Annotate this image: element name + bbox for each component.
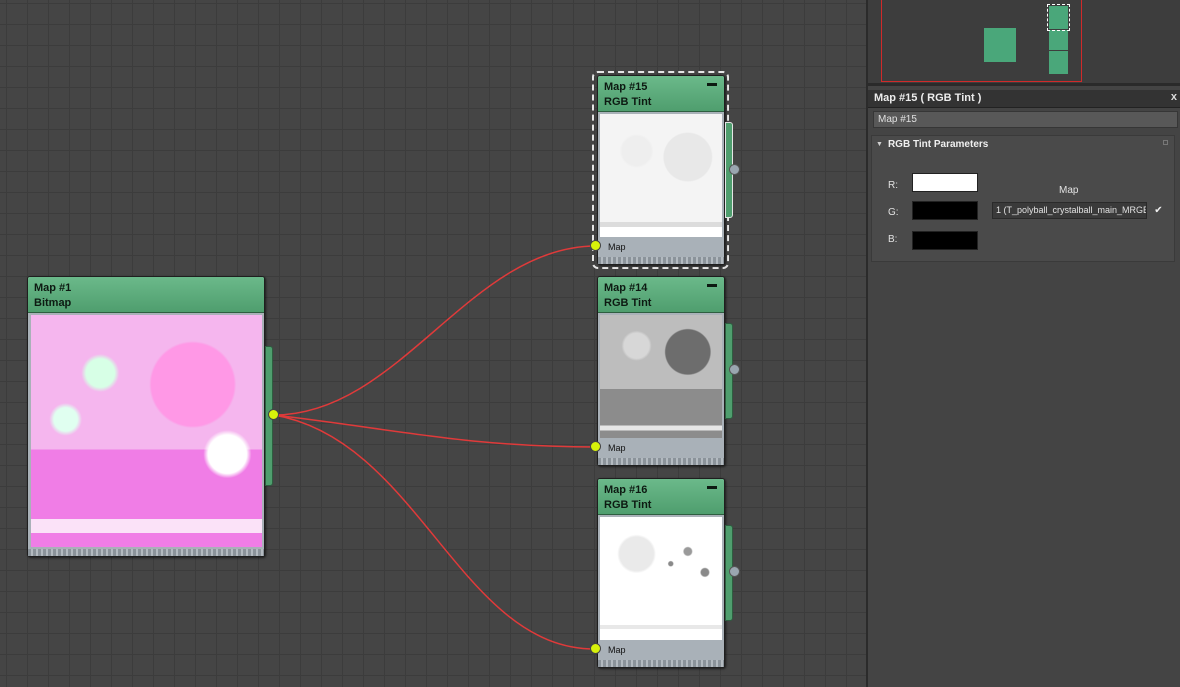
- navigator-node-thumb: [1049, 30, 1068, 50]
- node-header[interactable]: Map #15 RGB Tint: [598, 76, 724, 112]
- node-type: RGB Tint: [604, 96, 652, 108]
- red-color-swatch[interactable]: [912, 173, 978, 192]
- input-port-map[interactable]: [590, 240, 601, 251]
- node-title: Map #16: [604, 484, 648, 496]
- node-type: RGB Tint: [604, 499, 652, 511]
- node-type: RGB Tint: [604, 297, 652, 309]
- wire-map1-to-map14: [273, 414, 597, 448]
- node-title: Map #15: [604, 81, 648, 93]
- node-footer: [598, 660, 724, 667]
- node-title: Map #1: [34, 282, 72, 294]
- rgb-tint-preview-image: [600, 517, 722, 640]
- parameter-editor-title: Map #15 ( RGB Tint ): [874, 92, 982, 104]
- blue-channel-label: B:: [888, 234, 898, 245]
- wire-map1-to-map15: [273, 245, 597, 416]
- output-port[interactable]: [268, 409, 279, 420]
- node-footer: [598, 257, 724, 264]
- output-port[interactable]: [729, 566, 740, 577]
- parameter-editor-titlebar[interactable]: Map #15 ( RGB Tint ) x: [868, 90, 1180, 108]
- input-port-map[interactable]: [590, 441, 601, 452]
- map-slot-button[interactable]: 1 (T_polyball_crystalball_main_MRGB: [992, 202, 1147, 219]
- rgb-tint-parameters-rollout: ▼ RGB Tint Parameters R: G: B: Map 1 (T_p…: [871, 135, 1175, 262]
- node-map1-bitmap[interactable]: Map #1 Bitmap: [27, 276, 265, 557]
- node-footer: [598, 458, 724, 465]
- node-header[interactable]: Map #16 RGB Tint: [598, 479, 724, 515]
- node-map14-rgb-tint[interactable]: Map #14 RGB Tint Map: [597, 276, 725, 466]
- node-graph-canvas[interactable]: Map #1 Bitmap Map #15 RGB Tint Map Map #…: [0, 0, 866, 687]
- side-panel: Map #15 ( RGB Tint ) x ▼ RGB Tint Paramet…: [868, 0, 1180, 687]
- node-map15-rgb-tint[interactable]: Map #15 RGB Tint Map: [597, 75, 725, 265]
- input-slot-label: Map: [608, 645, 626, 655]
- node-type: Bitmap: [34, 297, 72, 309]
- navigator-node-thumb: [1049, 51, 1068, 74]
- green-color-swatch[interactable]: [912, 201, 978, 220]
- map-column-heading: Map: [1059, 185, 1079, 196]
- rollout-header[interactable]: ▼ RGB Tint Parameters: [876, 139, 988, 150]
- input-port-map[interactable]: [590, 643, 601, 654]
- navigator-selection: [1047, 4, 1070, 31]
- rollout-title: RGB Tint Parameters: [887, 139, 989, 150]
- rgb-tint-preview-image: [600, 315, 722, 438]
- bitmap-preview-image: [31, 315, 262, 547]
- red-channel-label: R:: [888, 180, 898, 191]
- navigator-node-thumb: [984, 28, 1016, 62]
- blue-color-swatch[interactable]: [912, 231, 978, 250]
- collapse-icon[interactable]: [707, 83, 717, 86]
- wire-map1-to-map16: [273, 414, 597, 650]
- map-name-input[interactable]: [873, 111, 1178, 128]
- map-enabled-checkbox[interactable]: ✔: [1153, 205, 1164, 216]
- collapse-triangle-icon[interactable]: ▼: [876, 141, 883, 148]
- input-slot-label: Map: [608, 242, 626, 252]
- node-map16-rgb-tint[interactable]: Map #16 RGB Tint Map: [597, 478, 725, 668]
- output-port[interactable]: [729, 364, 740, 375]
- node-header[interactable]: Map #1 Bitmap: [28, 277, 264, 313]
- collapse-icon[interactable]: [707, 284, 717, 287]
- collapse-icon[interactable]: [707, 486, 717, 489]
- input-slot-label: Map: [608, 443, 626, 453]
- close-icon[interactable]: x: [1171, 91, 1177, 103]
- rgb-tint-preview-image: [600, 114, 722, 237]
- navigator-minimap[interactable]: [868, 0, 1180, 86]
- node-header[interactable]: Map #14 RGB Tint: [598, 277, 724, 313]
- node-title: Map #14: [604, 282, 648, 294]
- rollout-pin-icon[interactable]: [1163, 140, 1168, 145]
- output-port[interactable]: [729, 164, 740, 175]
- node-footer: [28, 549, 264, 556]
- green-channel-label: G:: [888, 207, 899, 218]
